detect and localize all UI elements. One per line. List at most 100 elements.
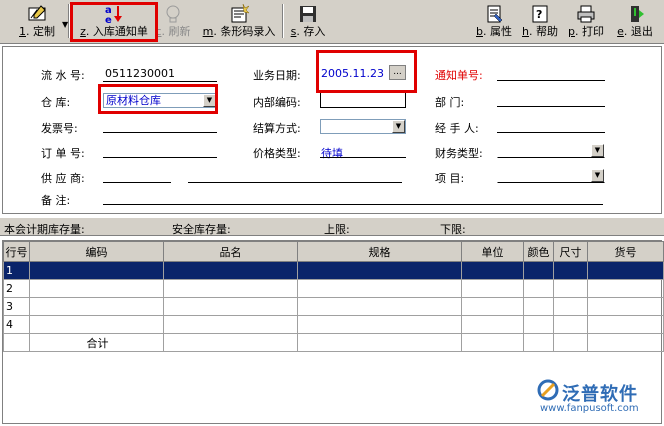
chevron-down-icon[interactable]: ▼ — [591, 169, 604, 182]
table-row[interactable]: 3 — [3, 297, 664, 316]
table-row[interactable]: 2 — [3, 279, 664, 298]
help-label: h. 帮助 — [522, 25, 558, 38]
dept-input[interactable] — [497, 106, 605, 107]
safe-stock-label: 安全库存量: — [172, 223, 231, 236]
printer-icon — [576, 4, 596, 24]
cell[interactable] — [461, 315, 524, 334]
price-type-underline — [320, 157, 406, 158]
price-type-value[interactable]: 待填 — [321, 145, 343, 161]
barcode-entry-button[interactable]: m. 条形码录入 — [202, 2, 276, 42]
settle-label: 结算方式: — [253, 122, 301, 135]
cell[interactable] — [523, 297, 554, 316]
cell[interactable] — [587, 315, 664, 334]
notice-no-input[interactable] — [497, 80, 605, 81]
supplier-name-input[interactable] — [188, 182, 402, 183]
chevron-down-icon[interactable]: ▼ — [392, 120, 405, 133]
cell[interactable] — [523, 261, 554, 280]
col-header-line-no[interactable]: 行号 — [3, 241, 30, 262]
upper-limit-label: 上限: — [324, 223, 350, 236]
cell[interactable] — [587, 261, 664, 280]
grid-header-row: 行号 编码 品名 规格 单位 颜色 尺寸 货号 — [3, 241, 664, 262]
cell — [587, 333, 664, 352]
row-number: 2 — [3, 279, 30, 298]
cell[interactable] — [297, 297, 462, 316]
customize-button[interactable]: 1. 定制 — [14, 2, 60, 42]
cell[interactable] — [163, 279, 298, 298]
help-button[interactable]: ? h. 帮助 — [518, 2, 562, 42]
serial-value: 0511230001 — [105, 67, 175, 80]
help-icon: ? — [530, 4, 550, 24]
project-label: 项 目: — [435, 172, 465, 185]
customize-label: 1. 定制 — [19, 25, 55, 38]
exit-button[interactable]: e. 退出 — [612, 2, 658, 42]
cell[interactable] — [523, 315, 554, 334]
invoice-input[interactable] — [103, 132, 217, 133]
cell[interactable] — [553, 261, 588, 280]
cell[interactable] — [29, 297, 164, 316]
cell[interactable] — [163, 315, 298, 334]
finance-type-select[interactable]: ▼ — [497, 143, 605, 158]
cell[interactable] — [163, 297, 298, 316]
warehouse-label: 仓 库: — [41, 96, 71, 109]
highlight-warehouse — [98, 84, 218, 114]
row-number: 4 — [3, 315, 30, 334]
print-button[interactable]: p. 打印 — [564, 2, 608, 42]
properties-label: b. 属性 — [476, 25, 512, 38]
cell[interactable] — [553, 279, 588, 298]
customize-icon — [27, 4, 47, 24]
cell[interactable] — [587, 279, 664, 298]
table-row[interactable]: 1 — [3, 261, 664, 280]
col-header-code[interactable]: 编码 — [29, 241, 164, 262]
cell[interactable] — [587, 297, 664, 316]
row-number: 3 — [3, 297, 30, 316]
cell — [523, 333, 554, 352]
floppy-disk-icon — [298, 4, 318, 24]
cell — [461, 333, 524, 352]
save-button[interactable]: s. 存入 — [288, 2, 328, 42]
cell[interactable] — [297, 279, 462, 298]
col-header-item-no[interactable]: 货号 — [587, 241, 664, 262]
serial-label: 流 水 号: — [41, 69, 85, 82]
cell[interactable] — [523, 279, 554, 298]
total-row: 合计 — [3, 333, 664, 352]
highlight-bizdate — [316, 50, 417, 93]
col-header-name[interactable]: 品名 — [163, 241, 298, 262]
cell[interactable] — [297, 261, 462, 280]
col-header-color[interactable]: 颜色 — [523, 241, 554, 262]
toolbar-separator — [282, 4, 284, 38]
cell[interactable] — [553, 315, 588, 334]
properties-button[interactable]: b. 属性 — [472, 2, 516, 42]
cell[interactable] — [29, 315, 164, 334]
highlight-inbound-notice — [70, 2, 158, 42]
settle-select[interactable]: ▼ — [320, 119, 406, 134]
cell[interactable] — [297, 315, 462, 334]
col-header-unit[interactable]: 单位 — [461, 241, 524, 262]
cell[interactable] — [461, 297, 524, 316]
table-row[interactable]: 4 — [3, 315, 664, 334]
chevron-down-icon[interactable]: ▼ — [591, 144, 604, 157]
order-input[interactable] — [103, 157, 217, 158]
handler-input[interactable] — [497, 132, 605, 133]
cell — [553, 333, 588, 352]
cell[interactable] — [29, 279, 164, 298]
cell[interactable] — [461, 279, 524, 298]
total-label: 合计 — [29, 333, 164, 352]
col-header-spec[interactable]: 规格 — [297, 241, 462, 262]
invoice-label: 发票号: — [41, 122, 78, 135]
col-header-size[interactable]: 尺寸 — [553, 241, 588, 262]
internal-code-label: 内部编码: — [253, 96, 301, 109]
properties-icon — [484, 4, 504, 24]
cell[interactable] — [461, 261, 524, 280]
project-select[interactable]: ▼ — [497, 168, 605, 183]
cell[interactable] — [163, 261, 298, 280]
print-label: p. 打印 — [568, 25, 604, 38]
exit-icon — [625, 4, 645, 24]
cell[interactable] — [29, 261, 164, 280]
cell[interactable] — [553, 297, 588, 316]
remark-input[interactable] — [103, 204, 603, 205]
internal-code-input[interactable] — [320, 92, 406, 108]
save-label: s. 存入 — [290, 25, 326, 38]
supplier-label: 供 应 商: — [41, 172, 85, 185]
supplier-code-input[interactable] — [103, 182, 171, 183]
exit-label: e. 退出 — [617, 25, 653, 38]
